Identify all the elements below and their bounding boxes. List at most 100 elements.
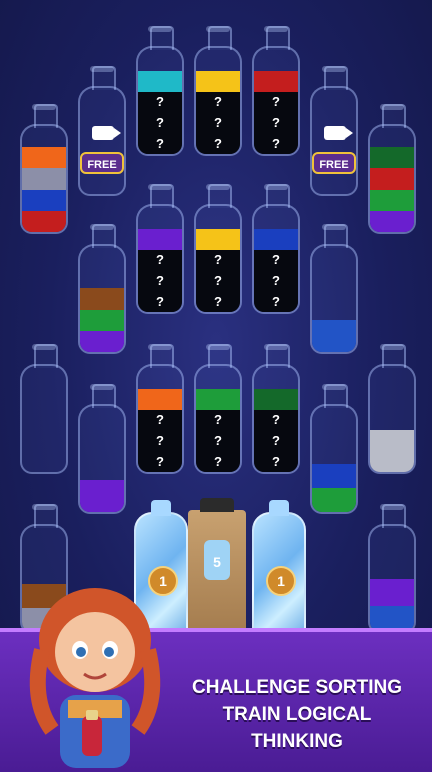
bottle-7[interactable] — [368, 104, 416, 234]
booster-count: 1 — [266, 566, 296, 596]
bottle-body: ??? — [136, 204, 184, 314]
liquid-layer — [138, 389, 182, 410]
bottle-cap — [322, 384, 346, 390]
bottle-cap — [322, 66, 346, 72]
question-mark: ? — [156, 412, 164, 428]
bottle-3[interactable]: ??? — [136, 26, 184, 156]
question-mark: ? — [272, 453, 280, 469]
liquid-layer — [80, 288, 124, 310]
bottle-19[interactable] — [368, 344, 416, 474]
liquid-layer — [370, 168, 414, 190]
bottle-body — [20, 364, 68, 474]
bottle-cap — [380, 344, 404, 350]
bottle-14[interactable] — [78, 384, 126, 514]
bottle-body — [310, 244, 358, 354]
bottle-cap — [32, 504, 56, 510]
liquid-layer — [22, 147, 66, 169]
bottle-11[interactable]: ??? — [252, 184, 300, 314]
liquid-layer — [80, 330, 124, 352]
liquid-layer — [22, 189, 66, 211]
bottle-body — [310, 404, 358, 514]
bottle-2[interactable]: FREE — [78, 66, 126, 196]
liquid-layer — [138, 71, 182, 92]
bottle-6[interactable]: FREE — [310, 66, 358, 196]
bottle-cap — [148, 26, 172, 32]
question-mark: ? — [214, 293, 222, 309]
promo-line-3: THINKING — [251, 731, 343, 752]
question-mark: ? — [156, 453, 164, 469]
bottle-cap — [90, 66, 114, 72]
liquid-layer — [370, 189, 414, 211]
bottle-body: ??? — [136, 46, 184, 156]
bottle-body: FREE — [78, 86, 126, 196]
liquid-layer — [138, 229, 182, 250]
liquid-layer — [312, 320, 356, 352]
bottle-4[interactable]: ??? — [194, 26, 242, 156]
question-mark: ? — [156, 293, 164, 309]
bottle-cap — [90, 224, 114, 230]
ice-bottle-icon: 1 — [252, 500, 306, 646]
bottle-cap — [380, 104, 404, 110]
bottle-12[interactable] — [310, 224, 358, 354]
bottle-cap — [32, 344, 56, 350]
bottle-body — [368, 524, 416, 634]
promo-line-1: CHALLENGE SORTING — [191, 677, 403, 698]
bottle-9[interactable]: ??? — [136, 184, 184, 314]
liquid-layer — [80, 309, 124, 331]
bottle-17[interactable]: ??? — [252, 344, 300, 474]
question-mark: ? — [214, 273, 222, 288]
promo-text: CHALLENGE SORTING TRAIN LOGICAL THINKING — [172, 674, 422, 755]
bottle-8[interactable] — [78, 224, 126, 354]
bottle-1[interactable] — [20, 104, 68, 234]
liquid-layer — [370, 147, 414, 169]
question-mark: ? — [272, 252, 280, 268]
question-mark: ? — [272, 115, 280, 130]
promo-line-2: TRAIN LOGICAL — [222, 704, 372, 725]
bottle-13[interactable] — [20, 344, 68, 474]
bottle-body — [78, 404, 126, 514]
bottle-15[interactable]: ??? — [136, 344, 184, 474]
bottle-body: ??? — [136, 364, 184, 474]
bottle-16[interactable]: ??? — [194, 344, 242, 474]
bottle-body: FREE — [310, 86, 358, 196]
question-mark: ? — [214, 433, 222, 448]
question-mark: ? — [272, 433, 280, 448]
question-mark: ? — [214, 453, 222, 469]
question-mark: ? — [156, 94, 164, 110]
bottle-body: ??? — [194, 46, 242, 156]
question-mark: ? — [156, 273, 164, 288]
bottle-10[interactable]: ??? — [194, 184, 242, 314]
question-mark: ? — [214, 135, 222, 151]
bottle-cap — [148, 184, 172, 190]
question-mark: ? — [272, 135, 280, 151]
girl-character-illustration — [29, 588, 161, 768]
question-mark: ? — [272, 412, 280, 428]
free-badge[interactable]: FREE — [80, 152, 124, 174]
question-mark: ? — [272, 273, 280, 288]
question-mark: ? — [272, 94, 280, 110]
question-mark: ? — [156, 115, 164, 130]
question-mark: ? — [214, 94, 222, 110]
bottle-21[interactable] — [368, 504, 416, 634]
bottle-cap — [206, 184, 230, 190]
liquid-layer — [312, 464, 356, 489]
question-mark: ? — [214, 115, 222, 130]
liquid-layer — [370, 429, 414, 472]
bottle-body: ??? — [194, 204, 242, 314]
liquid-layer — [254, 229, 298, 250]
question-mark: ? — [214, 252, 222, 268]
liquid-layer — [370, 210, 414, 232]
liquid-layer — [254, 71, 298, 92]
bottle-body — [368, 364, 416, 474]
question-mark: ? — [156, 252, 164, 268]
bottle-body: ??? — [252, 46, 300, 156]
bottle-18[interactable] — [310, 384, 358, 514]
question-mark: ? — [272, 293, 280, 309]
question-mark: ? — [214, 412, 222, 428]
bottle-cap — [206, 26, 230, 32]
free-badge[interactable]: FREE — [312, 152, 356, 174]
bottle-cap — [32, 104, 56, 110]
bottle-cap — [90, 384, 114, 390]
liquid-layer — [196, 71, 240, 92]
bottle-5[interactable]: ??? — [252, 26, 300, 156]
